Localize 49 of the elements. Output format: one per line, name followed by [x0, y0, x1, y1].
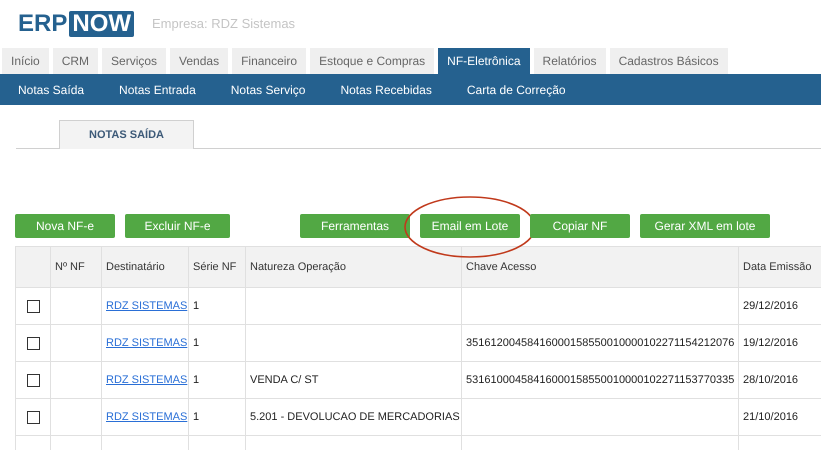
column-header[interactable]: Série NF: [193, 258, 236, 276]
main-tab[interactable]: Financeiro: [232, 48, 306, 74]
recipient-link[interactable]: RDZ SISTEMAS: [106, 298, 188, 314]
recipient-link[interactable]: RDZ SISTEMAS: [106, 408, 188, 426]
main-tab[interactable]: Início: [2, 48, 49, 74]
main-tab[interactable]: Estoque e Compras: [310, 48, 434, 74]
page-tab[interactable]: NOTAS SAÍDA: [59, 120, 194, 149]
table-cell-text: 28/10/2016: [743, 372, 798, 388]
table-cell-text: 53161000458416000158550010000102271153770335: [466, 372, 734, 388]
main-tab[interactable]: Relatórios: [534, 48, 606, 74]
table-cell-text: 35161200458416000158550010000102271154212076: [466, 336, 734, 351]
row-checkbox[interactable]: [26, 336, 40, 350]
table-cell-text: 5.201 - DEVOLUCAO DE MERCADORIAS: [250, 410, 460, 425]
sub-menu-item[interactable]: Notas Recebidas: [340, 80, 432, 98]
action-button[interactable]: Copiar NF: [530, 214, 630, 238]
action-button[interactable]: Excluir NF-e: [125, 214, 230, 238]
main-tab[interactable]: Serviços: [102, 48, 166, 74]
row-checkbox[interactable]: [26, 410, 40, 424]
sub-menu-item[interactable]: Notas Saída: [18, 80, 84, 98]
main-tab[interactable]: Cadastros Básicos: [610, 48, 728, 74]
table-cell-text: VENDA C/ ST: [250, 372, 318, 388]
table-cell-text: 21/10/2016: [743, 410, 798, 425]
column-header[interactable]: Nº NF: [55, 258, 85, 276]
column-header[interactable]: Data Emissão: [743, 258, 812, 276]
company-name: Empresa: RDZ Sistemas: [152, 15, 296, 34]
action-button[interactable]: Email em Lote: [420, 214, 520, 238]
row-checkbox[interactable]: [26, 300, 40, 312]
column-header[interactable]: Chave Acesso: [466, 258, 536, 276]
sub-menu-item[interactable]: Notas Entrada: [119, 80, 196, 98]
sub-menu-item[interactable]: Notas Serviço: [230, 80, 306, 98]
recipient-link[interactable]: RDZ SISTEMAS: [106, 334, 188, 352]
column-header[interactable]: Destinatário: [106, 258, 165, 276]
row-checkbox[interactable]: [26, 374, 40, 386]
logo: ERP NOW: [18, 6, 134, 42]
main-tab[interactable]: CRM: [52, 48, 98, 74]
main-tab[interactable]: Vendas: [170, 48, 228, 74]
table-cell-text: 19/12/2016: [743, 336, 798, 351]
action-button[interactable]: Ferramentas: [300, 214, 410, 238]
table-cell-text: 29/12/2016: [743, 298, 798, 314]
table-cell-text: 1: [193, 410, 200, 425]
recipient-link[interactable]: RDZ SISTEMAS: [106, 372, 188, 388]
sub-menu-item[interactable]: Carta de Correção: [466, 80, 566, 98]
action-button[interactable]: Nova NF-e: [15, 214, 115, 238]
action-button[interactable]: Gerar XML em lote: [640, 214, 770, 238]
table-cell-text: 1: [193, 298, 200, 314]
table-cell-text: 1: [193, 336, 200, 351]
column-header[interactable]: Natureza Operação: [250, 258, 346, 276]
table-cell-text: 1: [193, 372, 200, 388]
main-tab[interactable]: NF-Eletrônica: [438, 48, 530, 74]
